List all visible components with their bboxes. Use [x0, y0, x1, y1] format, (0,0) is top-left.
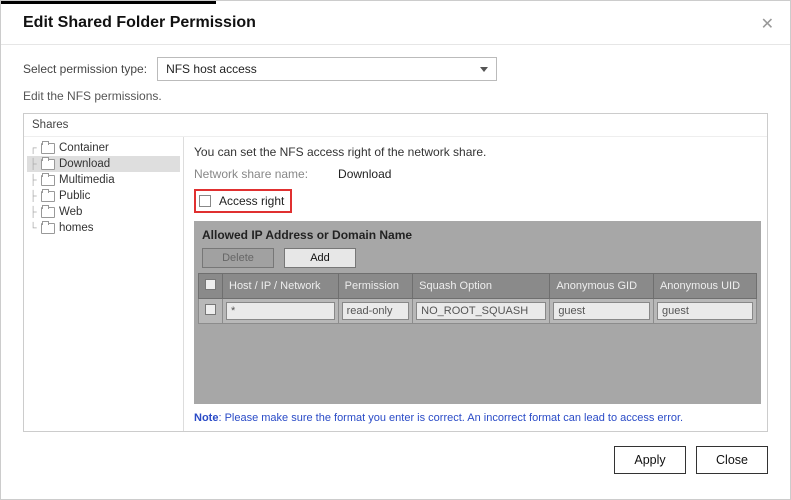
permission-type-row: Select permission type: NFS host access: [23, 57, 768, 81]
tree-item-homes[interactable]: └ homes: [27, 220, 180, 236]
allowed-ip-panel: Allowed IP Address or Domain Name Delete…: [194, 221, 761, 404]
tree-item-public[interactable]: ├ Public: [27, 188, 180, 204]
col-anon-gid[interactable]: Anonymous GID: [550, 274, 654, 299]
network-share-name-row: Network share name: Download: [194, 167, 761, 181]
cell-anon-uid: guest: [653, 299, 756, 324]
squash-select[interactable]: NO_ROOT_SQUASH: [416, 302, 546, 320]
col-permission[interactable]: Permission: [338, 274, 413, 299]
allowed-ip-title: Allowed IP Address or Domain Name: [198, 225, 757, 245]
allowed-ip-table: Host / IP / Network Permission Squash Op…: [198, 273, 757, 324]
folder-icon: [41, 207, 55, 218]
detail-intro: You can set the NFS access right of the …: [194, 145, 761, 159]
format-note: Note: Please make sure the format you en…: [194, 412, 761, 424]
select-all-header[interactable]: [199, 274, 223, 299]
dialog-body: Select permission type: NFS host access …: [1, 45, 790, 436]
table-row[interactable]: * read-only NO_ROOT_SQUASH guest guest: [199, 299, 757, 324]
tree-connector-icon: ┌: [29, 143, 37, 154]
row-checkbox-cell[interactable]: [199, 299, 223, 324]
anon-gid-input[interactable]: guest: [553, 302, 650, 320]
cell-host: *: [223, 299, 339, 324]
permission-select[interactable]: read-only: [342, 302, 410, 320]
tree-item-label: Web: [59, 206, 82, 218]
shares-panel-header: Shares: [24, 114, 767, 137]
access-right-label: Access right: [219, 194, 284, 208]
folder-icon: [41, 223, 55, 234]
col-squash[interactable]: Squash Option: [413, 274, 550, 299]
dialog-title: Edit Shared Folder Permission: [23, 14, 768, 32]
col-host[interactable]: Host / IP / Network: [223, 274, 339, 299]
cell-permission: read-only: [338, 299, 413, 324]
tree-item-web[interactable]: ├ Web: [27, 204, 180, 220]
tree-item-label: Multimedia: [59, 174, 115, 186]
tree-connector-icon: ├: [29, 207, 37, 218]
share-detail-panel: You can set the NFS access right of the …: [184, 137, 767, 431]
anon-uid-input[interactable]: guest: [657, 302, 753, 320]
add-button[interactable]: Add: [284, 248, 356, 268]
shares-panel: Shares ┌ Container ├ Download ├: [23, 113, 768, 432]
col-anon-uid[interactable]: Anonymous UID: [653, 274, 756, 299]
permission-type-label: Select permission type:: [23, 62, 147, 76]
tree-item-label: homes: [59, 222, 94, 234]
tree-item-label: Container: [59, 142, 109, 154]
tree-connector-icon: ├: [29, 159, 37, 170]
chevron-down-icon: [480, 67, 488, 72]
dialog-footer: Apply Close: [1, 436, 790, 488]
allowed-ip-buttons: Delete Add: [198, 245, 757, 273]
network-share-name-label: Network share name:: [194, 167, 308, 181]
permission-type-value: NFS host access: [166, 62, 257, 76]
close-icon[interactable]: ✕: [755, 12, 780, 36]
tree-connector-icon: ├: [29, 175, 37, 186]
edit-nfs-note: Edit the NFS permissions.: [23, 89, 768, 103]
table-empty-space: [198, 324, 757, 400]
access-right-checkbox[interactable]: [199, 195, 211, 207]
folder-icon: [41, 191, 55, 202]
network-share-name-value: Download: [338, 167, 391, 181]
close-button[interactable]: Close: [696, 446, 768, 474]
folder-icon: [41, 159, 55, 170]
cell-squash: NO_ROOT_SQUASH: [413, 299, 550, 324]
cell-anon-gid: guest: [550, 299, 654, 324]
tree-item-label: Public: [59, 190, 90, 202]
edit-shared-folder-permission-dialog: Edit Shared Folder Permission ✕ Select p…: [0, 0, 791, 500]
folder-icon: [41, 175, 55, 186]
tree-connector-icon: ├: [29, 191, 37, 202]
shares-tree: ┌ Container ├ Download ├ Multimedia: [24, 137, 184, 431]
tree-item-multimedia[interactable]: ├ Multimedia: [27, 172, 180, 188]
folder-icon: [41, 143, 55, 154]
note-text: : Please make sure the format you enter …: [218, 412, 683, 424]
access-right-highlight: Access right: [194, 189, 292, 213]
delete-button[interactable]: Delete: [202, 248, 274, 268]
tree-item-download[interactable]: ├ Download: [27, 156, 180, 172]
tree-connector-icon: └: [29, 223, 37, 234]
apply-button[interactable]: Apply: [614, 446, 686, 474]
dialog-header: Edit Shared Folder Permission ✕: [1, 4, 790, 45]
permission-type-select[interactable]: NFS host access: [157, 57, 497, 81]
shares-panel-body: ┌ Container ├ Download ├ Multimedia: [24, 137, 767, 431]
tree-item-label: Download: [59, 158, 110, 170]
host-input[interactable]: *: [226, 302, 335, 320]
note-label: Note: [194, 412, 218, 424]
checkbox-icon[interactable]: [205, 279, 216, 290]
checkbox-icon[interactable]: [205, 304, 216, 315]
tree-item-container[interactable]: ┌ Container: [27, 140, 180, 156]
